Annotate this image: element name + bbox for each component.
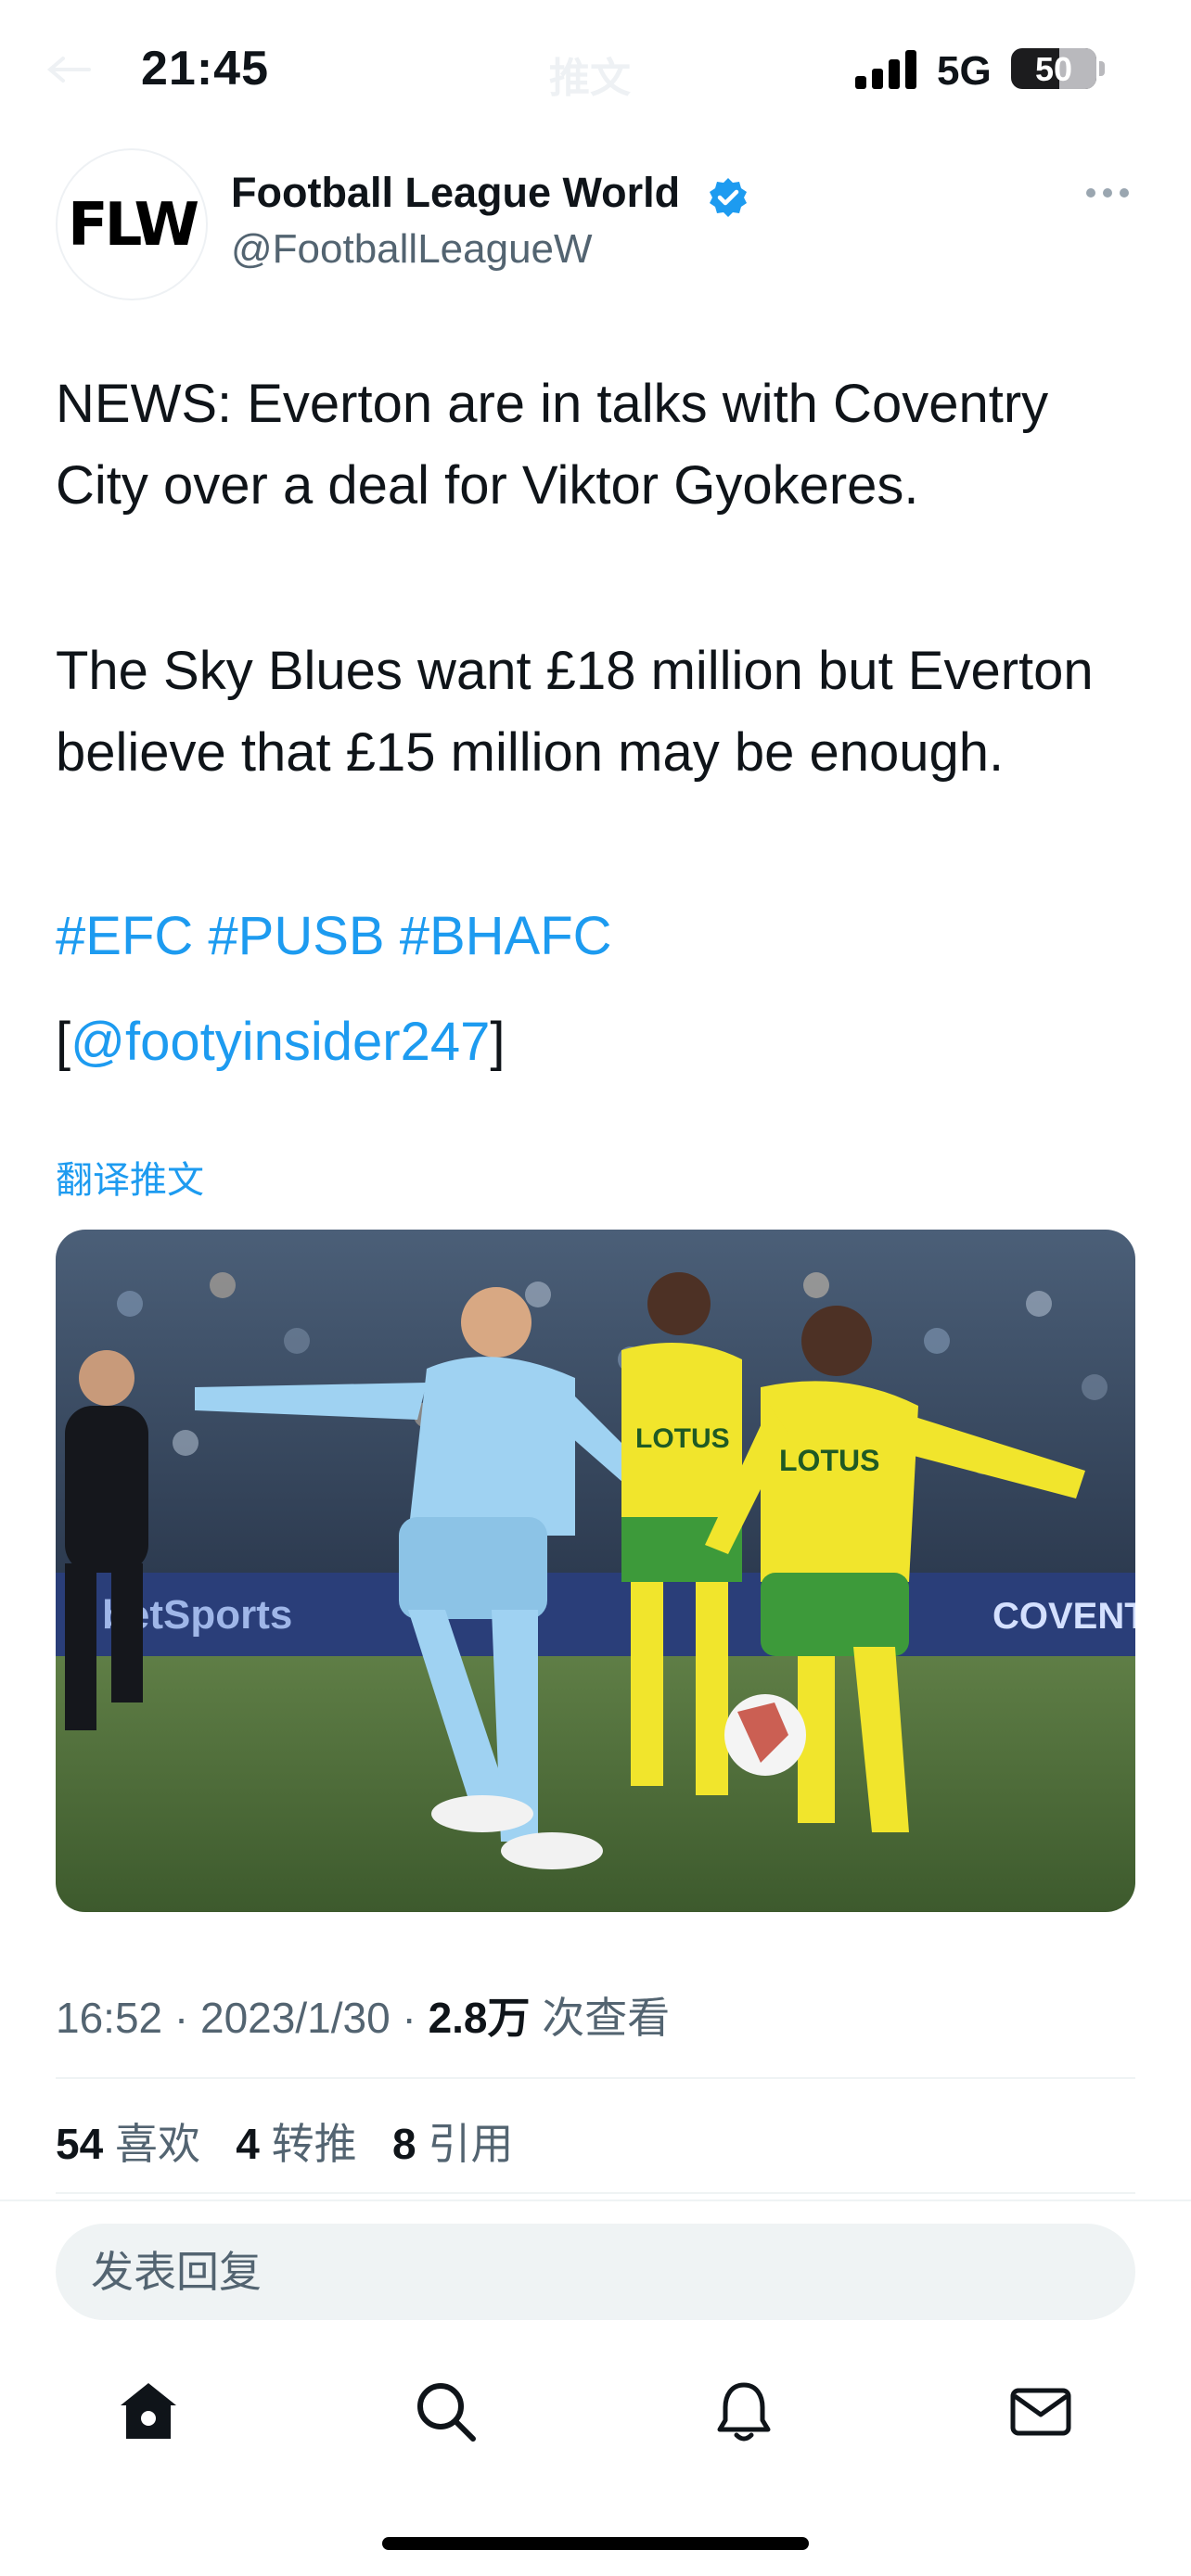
home-indicator[interactable] — [382, 2537, 809, 2550]
header-title: 推文 — [549, 56, 631, 101]
retweets-stat[interactable]: 4 转推 — [236, 2120, 356, 2168]
author-name[interactable]: Football League World — [231, 169, 680, 217]
photo-sponsor-text: LOTUS — [635, 1423, 730, 1454]
verified-badge-icon — [710, 178, 747, 217]
meta-separator: · — [173, 1994, 189, 2042]
mail-icon[interactable] — [1007, 2378, 1074, 2444]
likes-stat[interactable]: 54 喜欢 — [56, 2120, 200, 2168]
reply-area-divider — [0, 2200, 1191, 2201]
back-arrow-icon[interactable] — [45, 56, 91, 83]
quotes-stat[interactable]: 8 引用 — [392, 2120, 513, 2168]
battery-icon: 50 — [1011, 48, 1096, 89]
tweet-paragraph-1: NEWS: Everton are in talks with Coventry… — [56, 374, 1049, 516]
mention-link[interactable]: @footyinsider247 — [70, 1012, 490, 1072]
photo-sponsor-text: COVENTRY — [992, 1596, 1135, 1637]
reply-input[interactable]: 发表回复 — [56, 2224, 1135, 2320]
tweet-time: 16:52 — [56, 1994, 163, 2042]
network-type: 5G — [937, 48, 992, 94]
more-options-icon[interactable] — [1085, 185, 1130, 200]
battery-level: 50 — [1034, 50, 1073, 88]
tweet-stats: 54 喜欢 4 转推 8 引用 — [56, 2111, 513, 2172]
avatar-logo-text: FLW — [67, 191, 199, 260]
avatar[interactable]: FLW — [56, 148, 208, 300]
hashtags: #EFC #PUSB #BHAFC — [56, 896, 612, 977]
cellular-signal-icon — [855, 50, 916, 89]
meta-separator: · — [402, 1994, 416, 2042]
hashtag-link[interactable]: #EFC — [56, 906, 193, 966]
bracket-open: [ — [56, 1012, 71, 1072]
divider — [56, 2077, 1135, 2079]
hashtag-link[interactable]: #PUSB — [208, 906, 384, 966]
views-count: 2.8万 — [428, 1994, 531, 2042]
battery-tip — [1099, 61, 1105, 76]
bracket-close: ] — [490, 1012, 506, 1072]
translate-tweet-link[interactable]: 翻译推文 — [56, 1150, 204, 1204]
photo-sponsor-text: LOTUS — [779, 1444, 879, 1477]
hashtag-link[interactable]: #BHAFC — [400, 906, 612, 966]
home-icon[interactable] — [115, 2378, 182, 2444]
bell-icon[interactable] — [711, 2378, 777, 2444]
status-time: 21:45 — [141, 42, 269, 96]
mention-line: [@footyinsider247] — [56, 1001, 506, 1083]
divider — [56, 2192, 1135, 2194]
tweet-meta: 16:52 · 2023/1/30 · 2.8万 次查看 — [56, 1984, 670, 2046]
author-handle[interactable]: @FootballLeagueW — [231, 226, 593, 273]
tweet-paragraph-2: The Sky Blues want £18 million but Evert… — [56, 641, 1094, 783]
views-label: 次查看 — [542, 1994, 671, 2042]
tweet-photo[interactable]: betSports COVENTRY LOTUS LOTUS — [56, 1230, 1135, 1912]
search-icon[interactable] — [412, 2378, 479, 2444]
tweet-date: 2023/1/30 — [200, 1994, 391, 2042]
